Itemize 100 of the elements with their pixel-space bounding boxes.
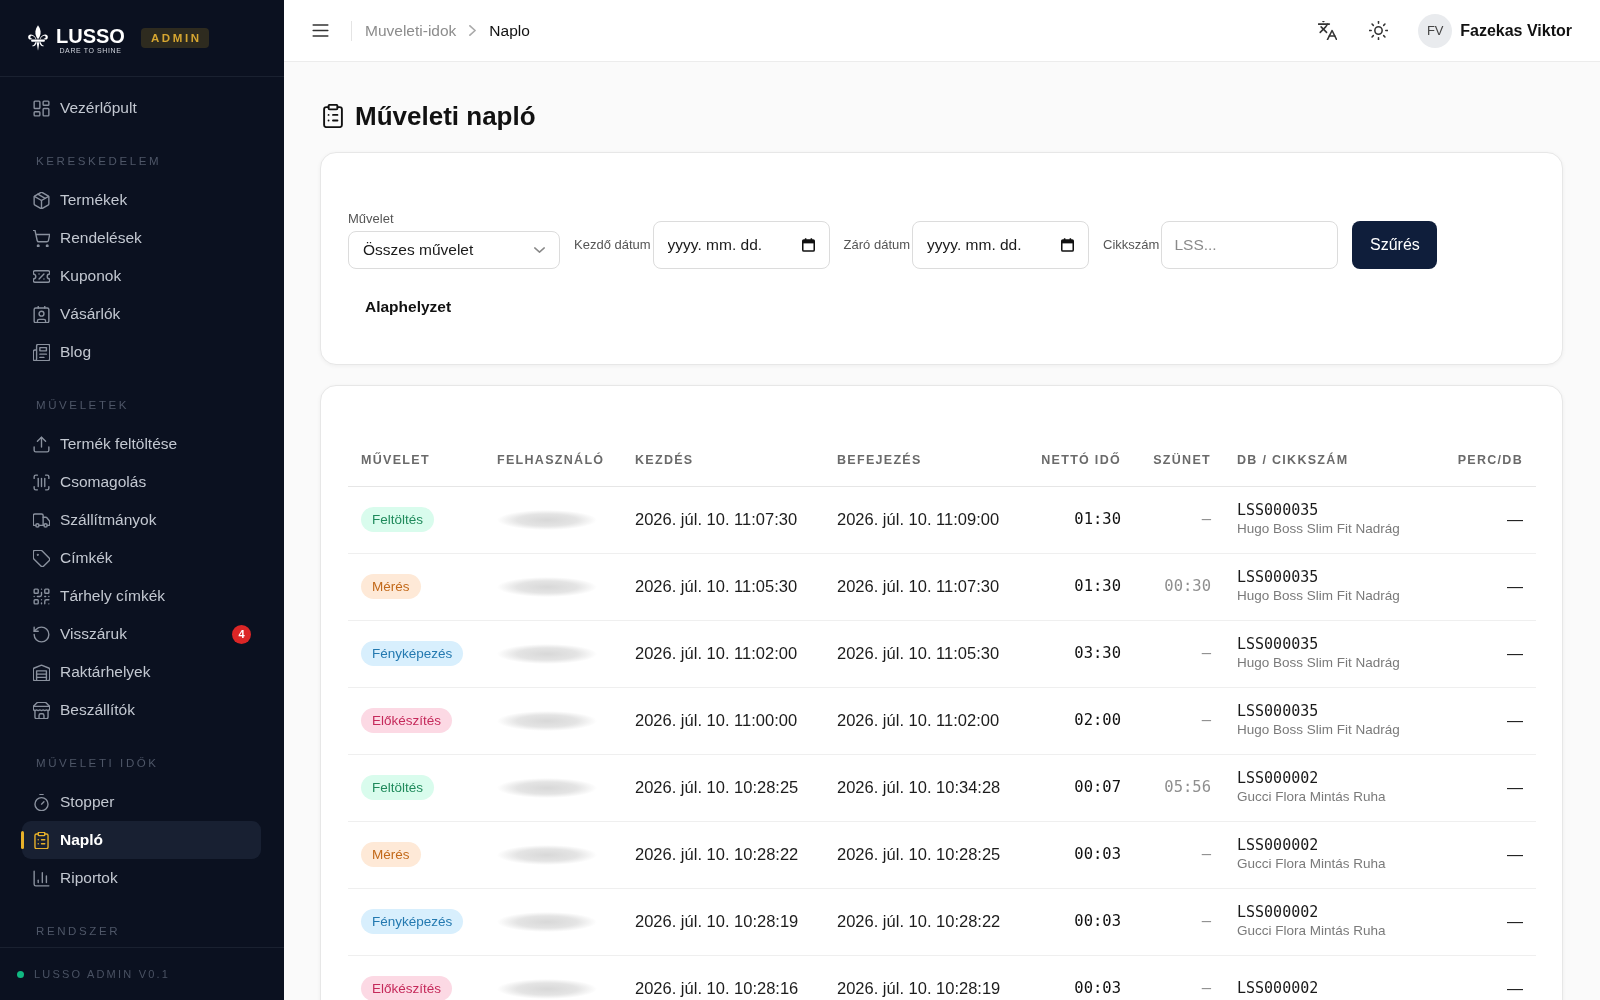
table-cell: 01:30: [1024, 486, 1134, 553]
sidebar-item[interactable]: Tárhely címkék: [22, 577, 261, 615]
table-cell: –: [1134, 620, 1224, 687]
table-cell: 00:03: [1024, 821, 1134, 888]
operation-select[interactable]: Összes művelet: [348, 231, 560, 269]
calendar-icon: [1061, 238, 1075, 252]
scan-icon: [33, 473, 50, 491]
table-cell: 2026. júl. 10. 10:28:16: [622, 955, 824, 1000]
column-header: NETTÓ IDŐ: [1024, 436, 1134, 486]
sidebar-item[interactable]: Visszáruk 4: [22, 615, 261, 653]
logo-wordmark: LUSSO: [56, 25, 125, 46]
field-label: Művelet: [348, 211, 395, 227]
translate-icon: [1317, 21, 1337, 40]
user-avatar[interactable]: FV: [1418, 13, 1453, 48]
table-cell: –: [1134, 486, 1224, 553]
table-cell: —: [1440, 821, 1536, 888]
section-heading: MŰVELETEK: [35, 398, 131, 413]
sidebar-item[interactable]: Címkék: [22, 539, 261, 577]
product-name: Hugo Boss Slim Fit Nadrág: [1237, 654, 1401, 672]
sidebar-item[interactable]: Napló: [22, 821, 261, 859]
table-cell: 00:03: [1024, 888, 1134, 955]
table-cell: —: [1440, 955, 1536, 1000]
sku-text: LSS000035: [1237, 568, 1320, 587]
table-cell: 2026. júl. 10. 11:05:30: [824, 620, 1024, 687]
column-header: MŰVELET: [348, 436, 484, 486]
sku-text: LSS000002: [1237, 769, 1320, 788]
user-name[interactable]: Fazekas Viktor: [1460, 18, 1572, 43]
sku-text: LSS000002: [1237, 979, 1320, 998]
table-cell: 2026. júl. 10. 11:00:00: [622, 687, 824, 754]
date-field[interactable]: yyyy. mm. dd.: [912, 221, 1090, 269]
sidebar-item[interactable]: Termékek: [22, 181, 261, 219]
column-header: DB / CIKKSZÁM: [1224, 436, 1440, 486]
table-cell: —: [1440, 754, 1536, 821]
rotate-icon: [33, 625, 50, 643]
operation-tag: Feltöltés: [361, 775, 435, 800]
bar-chart-icon: [33, 869, 50, 887]
sidebar-item[interactable]: Raktárhelyek: [22, 653, 261, 691]
sidebar-item[interactable]: Blog: [22, 333, 261, 371]
sidebar-item[interactable]: Termék feltöltése: [22, 425, 261, 463]
stopwatch-icon: [33, 793, 50, 811]
sidebar-item[interactable]: Vezérlőpult: [22, 89, 261, 127]
sidebar-item[interactable]: Beszállítók: [22, 691, 261, 729]
operation-tag: Fényképezés: [361, 909, 464, 934]
product-name: Hugo Boss Slim Fit Nadrág: [1237, 721, 1401, 739]
sidebar-item[interactable]: Rendelések: [22, 219, 261, 257]
table-cell: 00:07: [1024, 754, 1134, 821]
grid-icon: [33, 99, 50, 117]
admin-badge: ADMIN: [140, 28, 209, 48]
contact-card-icon: [33, 305, 50, 323]
reset-button[interactable]: Alaphelyzet: [348, 288, 469, 326]
fleur-de-lis-icon: [27, 25, 49, 51]
date-field[interactable]: yyyy. mm. dd.: [652, 221, 830, 269]
table-cell: 01:30: [1024, 553, 1134, 620]
count-badge: 4: [232, 624, 251, 644]
table-cell: 2026. júl. 10. 11:02:00: [824, 687, 1024, 754]
sidebar-item[interactable]: Szállítmányok: [22, 501, 261, 539]
table-cell: 03:30: [1024, 620, 1134, 687]
table-cell: 00:03: [1024, 955, 1134, 1000]
table-cell: 2026. júl. 10. 11:09:00: [824, 486, 1024, 553]
table-cell: 05:56: [1134, 754, 1224, 821]
product-name: Gucci Flora Mintás Ruha: [1237, 788, 1387, 806]
table-cell: 2026. júl. 10. 11:07:30: [824, 553, 1024, 620]
sidebar-item[interactable]: Kuponok: [22, 257, 261, 295]
table-cell: 2026. júl. 10. 11:02:00: [622, 620, 824, 687]
chevron-right-icon: [469, 25, 477, 36]
table-cell: 02:00: [1024, 687, 1134, 754]
section-heading: KERESKEDELEM: [35, 154, 163, 169]
box-icon: [33, 191, 50, 209]
table-cell: —: [1440, 888, 1536, 955]
sku-text: LSS000002: [1237, 903, 1320, 922]
table-cell: 2026. júl. 10. 10:28:22: [824, 888, 1024, 955]
column-header: PERC/DB: [1440, 436, 1536, 486]
sun-icon: [1368, 21, 1388, 40]
sku-text: LSS000035: [1237, 635, 1320, 654]
sidebar-item[interactable]: Csomagolás: [22, 463, 261, 501]
column-header: FELHASZNÁLÓ: [484, 436, 622, 486]
table-cell: —: [1440, 687, 1536, 754]
sku-text: LSS000035: [1237, 702, 1320, 721]
field-label: Cikkszám: [1103, 236, 1160, 255]
table-cell: 2026. júl. 10. 10:34:28: [824, 754, 1024, 821]
filter-button[interactable]: Szűrés: [1352, 221, 1438, 269]
operation-tag: Mérés: [361, 574, 421, 599]
sku-field[interactable]: LSS...: [1161, 221, 1339, 269]
table-cell: 2026. júl. 10. 11:05:30: [622, 553, 824, 620]
tag-icon: [33, 549, 50, 567]
newspaper-icon: [33, 343, 50, 361]
sidebar-item[interactable]: Stopper: [22, 783, 261, 821]
upload-icon: [33, 435, 50, 453]
product-name: Gucci Flora Mintás Ruha: [1237, 922, 1387, 940]
operation-tag: Előkészítés: [361, 976, 453, 1000]
operation-tag: Mérés: [361, 842, 421, 867]
sidebar-item[interactable]: Riportok: [22, 859, 261, 897]
breadcrumb-link[interactable]: Muveleti-idok: [365, 18, 457, 43]
operation-tag: Fényképezés: [361, 641, 464, 666]
sidebar-item[interactable]: Vásárlók: [22, 295, 261, 333]
operation-tag: Feltöltés: [361, 507, 435, 532]
table-cell: 00:30: [1134, 553, 1224, 620]
qr-code-icon: [33, 587, 50, 605]
store-icon: [33, 701, 50, 719]
table-cell: —: [1440, 620, 1536, 687]
